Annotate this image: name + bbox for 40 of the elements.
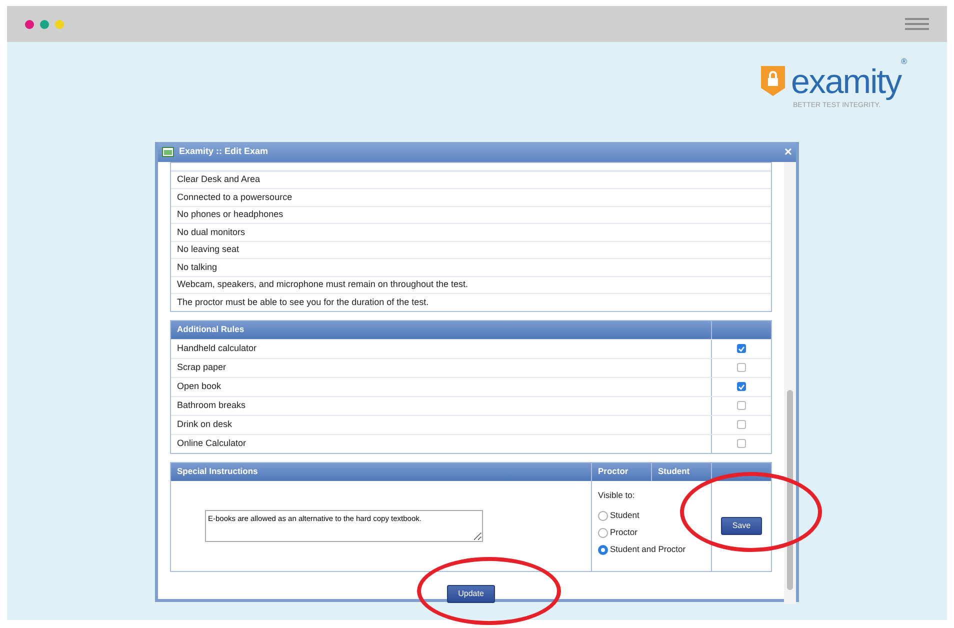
column-header: Special Instructions	[176, 465, 259, 478]
registered-mark: ®	[901, 57, 907, 66]
radio-option[interactable]: Student	[598, 509, 705, 522]
window-icon	[162, 146, 174, 157]
menu-icon[interactable]	[905, 18, 929, 30]
rule-text: Handheld calculator	[177, 342, 257, 355]
lock-shield-icon	[760, 66, 785, 96]
rule-text: Online Calculator	[177, 436, 246, 450]
window-dot-icon[interactable]	[55, 20, 64, 28]
checkbox[interactable]	[737, 344, 746, 353]
column-header: Proctor	[591, 462, 651, 480]
rule-text: The proctor must be able to see you for the duration of the test.	[177, 296, 429, 309]
checkbox[interactable]	[737, 401, 746, 410]
rule-text: No phones or headphones	[177, 208, 284, 221]
save-button[interactable]: Save	[721, 516, 762, 534]
checkbox[interactable]	[737, 439, 746, 448]
rule-text: No talking	[177, 260, 218, 274]
rule-text: Open book	[177, 380, 222, 393]
checkbox[interactable]	[737, 420, 746, 429]
visible-to-label: Visible to:	[598, 488, 636, 502]
rule-text: Webcam, speakers, and microphone must remain on throughout the test.	[177, 278, 468, 291]
radio-option[interactable]: Proctor	[598, 526, 705, 539]
rule-text: Drink on desk	[177, 418, 232, 431]
rule-text: Bathroom breaks	[177, 398, 246, 412]
window-title: Examity :: Edit Exam	[179, 145, 268, 158]
rule-text: No dual monitors	[177, 226, 246, 238]
rule-text: Scrap paper	[177, 360, 226, 374]
scrollbar[interactable]	[784, 162, 796, 604]
window-dot-icon[interactable]	[25, 20, 34, 28]
update-button[interactable]: Update	[447, 584, 495, 602]
radio-option[interactable]: Student and Proctor	[598, 542, 705, 556]
rule-text: Clear Desk and Area	[177, 173, 260, 186]
rule-text: No leaving seat	[177, 243, 240, 256]
logo-wordmark: examity	[790, 63, 902, 101]
checkbox[interactable]	[737, 382, 746, 391]
column-header: Student	[651, 462, 711, 480]
checkbox[interactable]	[737, 363, 746, 372]
window-dot-icon[interactable]	[40, 20, 49, 28]
rule-text: Connected to a powersource	[177, 190, 292, 204]
column-header: Additional Rules	[176, 323, 246, 336]
